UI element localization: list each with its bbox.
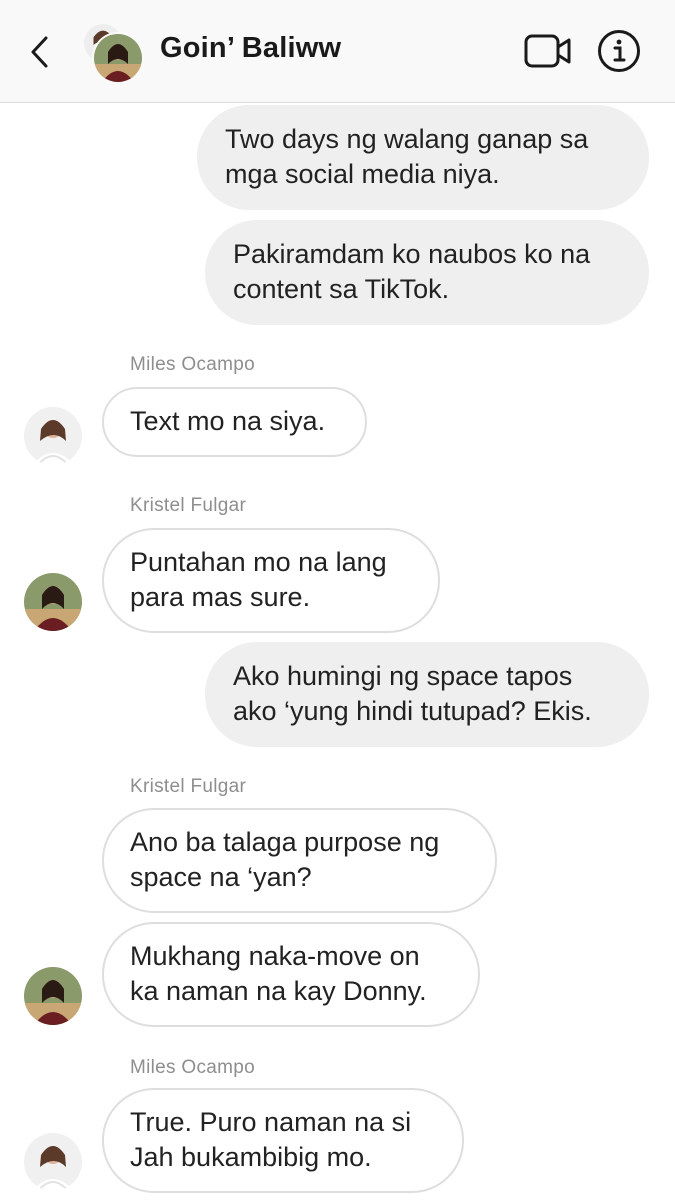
avatar-kristel-fulgar	[92, 32, 144, 84]
message-bubble-outgoing[interactable]: Pakiramdam ko naubos ko na content sa Ti…	[205, 220, 649, 325]
video-camera-icon[interactable]	[524, 32, 572, 70]
sender-name: Miles Ocampo	[130, 354, 256, 375]
avatar-miles-ocampo[interactable]	[24, 407, 82, 465]
group-avatar[interactable]	[80, 20, 144, 84]
sender-name: Kristel Fulgar	[130, 776, 247, 797]
message-bubble-outgoing[interactable]: Ako humingi ng space tapos ako ‘yung hin…	[205, 642, 649, 747]
sender-name: Kristel Fulgar	[130, 495, 247, 516]
message-bubble-incoming[interactable]: Puntahan mo na lang para mas sure.	[102, 528, 440, 633]
chat-title[interactable]: Goin’ Baliww	[160, 32, 341, 65]
message-bubble-outgoing[interactable]: Two days ng walang ganap sa mga social m…	[197, 105, 649, 210]
message-bubble-incoming[interactable]: True. Puro naman na si Jah bukambibig mo…	[102, 1088, 464, 1193]
avatar-kristel-fulgar[interactable]	[24, 967, 82, 1025]
message-bubble-incoming[interactable]: Text mo na siya.	[102, 387, 367, 457]
message-bubble-incoming[interactable]: Mukhang naka-move on ka naman na kay Don…	[102, 922, 480, 1027]
chat-header: Goin’ Baliww	[0, 0, 675, 103]
chevron-left-icon[interactable]	[24, 32, 56, 72]
message-bubble-incoming[interactable]: Ano ba talaga purpose ng space na ‘yan?	[102, 808, 497, 913]
sender-name: Miles Ocampo	[130, 1057, 256, 1078]
info-icon[interactable]	[597, 29, 641, 73]
avatar-kristel-fulgar[interactable]	[24, 573, 82, 631]
avatar-miles-ocampo[interactable]	[24, 1133, 82, 1191]
